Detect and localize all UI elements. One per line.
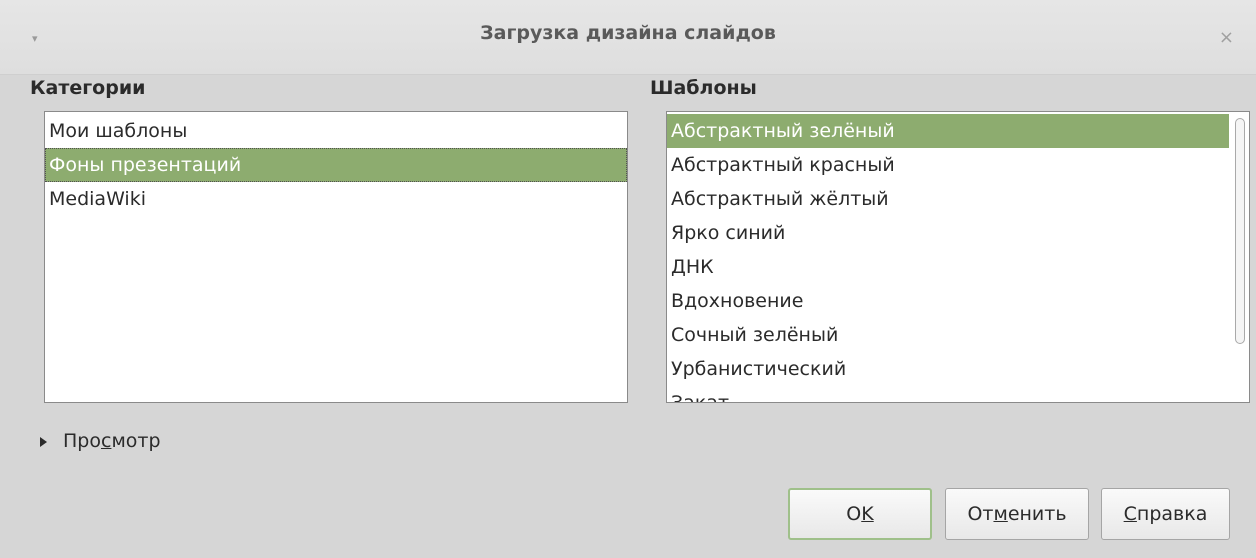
templates-label: Шаблоны [650, 77, 757, 99]
cancel-label-mnemonic: м [993, 503, 1008, 525]
list-item[interactable]: Урбанистический [667, 352, 1229, 386]
list-item[interactable]: Абстрактный красный [667, 148, 1229, 182]
ok-label-mnemonic: K [861, 503, 874, 525]
help-label-mnemonic: С [1123, 503, 1137, 525]
scrollbar-thumb[interactable] [1235, 118, 1245, 344]
preview-label-post: мотр [111, 430, 161, 452]
cancel-label-pre: От [967, 503, 994, 525]
cancel-button[interactable]: Отменить [945, 488, 1089, 540]
title-bar: ▾ Загрузка дизайна слайдов × [0, 0, 1256, 75]
help-label-post: правка [1136, 503, 1208, 525]
list-item[interactable]: Вдохновение [667, 284, 1229, 318]
close-icon[interactable]: × [1219, 27, 1234, 48]
list-item[interactable]: Ярко синий [667, 216, 1229, 250]
expand-arrow-icon [40, 436, 47, 447]
ok-button[interactable]: OK [788, 488, 932, 540]
list-item[interactable]: Сочный зелёный [667, 318, 1229, 352]
list-item[interactable]: Фоны презентаций [45, 148, 627, 182]
list-item[interactable]: Мои шаблоны [45, 114, 627, 148]
preview-label-mnemonic: с [100, 430, 112, 452]
templates-scrollbar[interactable] [1233, 114, 1247, 400]
preview-expander[interactable]: Просмотр [40, 430, 161, 452]
window-title: Загрузка дизайна слайдов [480, 22, 776, 44]
list-item[interactable]: Абстрактный жёлтый [667, 182, 1229, 216]
categories-list[interactable]: Мои шаблоны Фоны презентаций MediaWiki [44, 111, 628, 403]
list-item[interactable]: ДНК [667, 250, 1229, 284]
list-item[interactable]: Абстрактный зелёный [667, 114, 1229, 148]
templates-list[interactable]: Абстрактный зелёный Абстрактный красный … [666, 111, 1250, 403]
ok-label-pre: O [846, 503, 862, 525]
cancel-label-post: енить [1007, 503, 1067, 525]
help-button[interactable]: Справка [1101, 488, 1230, 540]
list-item[interactable]: Закат [667, 386, 1229, 402]
preview-label-pre: Про [63, 430, 101, 452]
categories-label: Категории [30, 77, 146, 99]
list-item[interactable]: MediaWiki [45, 182, 627, 216]
